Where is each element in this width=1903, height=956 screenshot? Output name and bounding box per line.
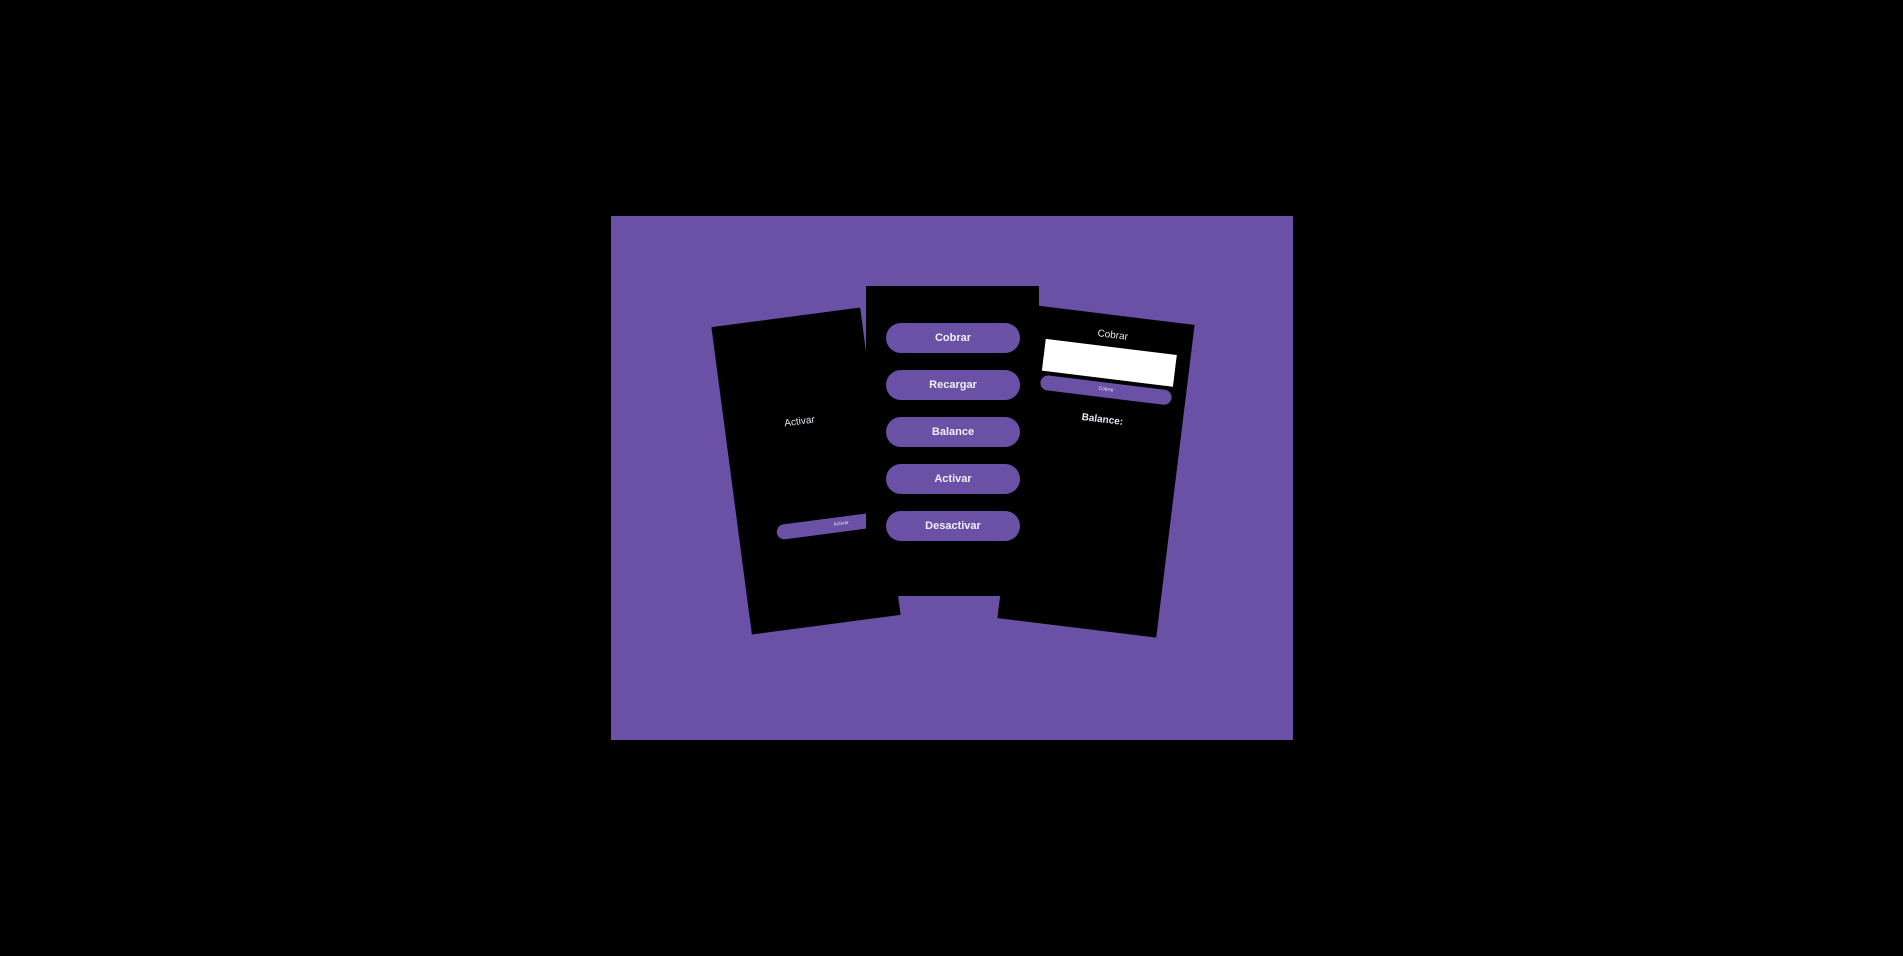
activar-screen-title: Activar bbox=[783, 414, 816, 430]
cobrar-button[interactable]: Cobrar bbox=[886, 323, 1020, 353]
recargar-button[interactable]: Recargar bbox=[886, 370, 1020, 400]
balance-button[interactable]: Balance bbox=[886, 417, 1020, 447]
activar-menu-button[interactable]: Activar bbox=[886, 464, 1020, 494]
desactivar-button[interactable]: Desactivar bbox=[886, 511, 1020, 541]
balance-label: Balance: bbox=[1080, 411, 1124, 428]
phone-main-menu: Cobrar Recargar Balance Activar Desactiv… bbox=[866, 286, 1039, 596]
illustration-stage: Activar Activar Cobrar Cobrar Balance: C… bbox=[611, 216, 1293, 740]
